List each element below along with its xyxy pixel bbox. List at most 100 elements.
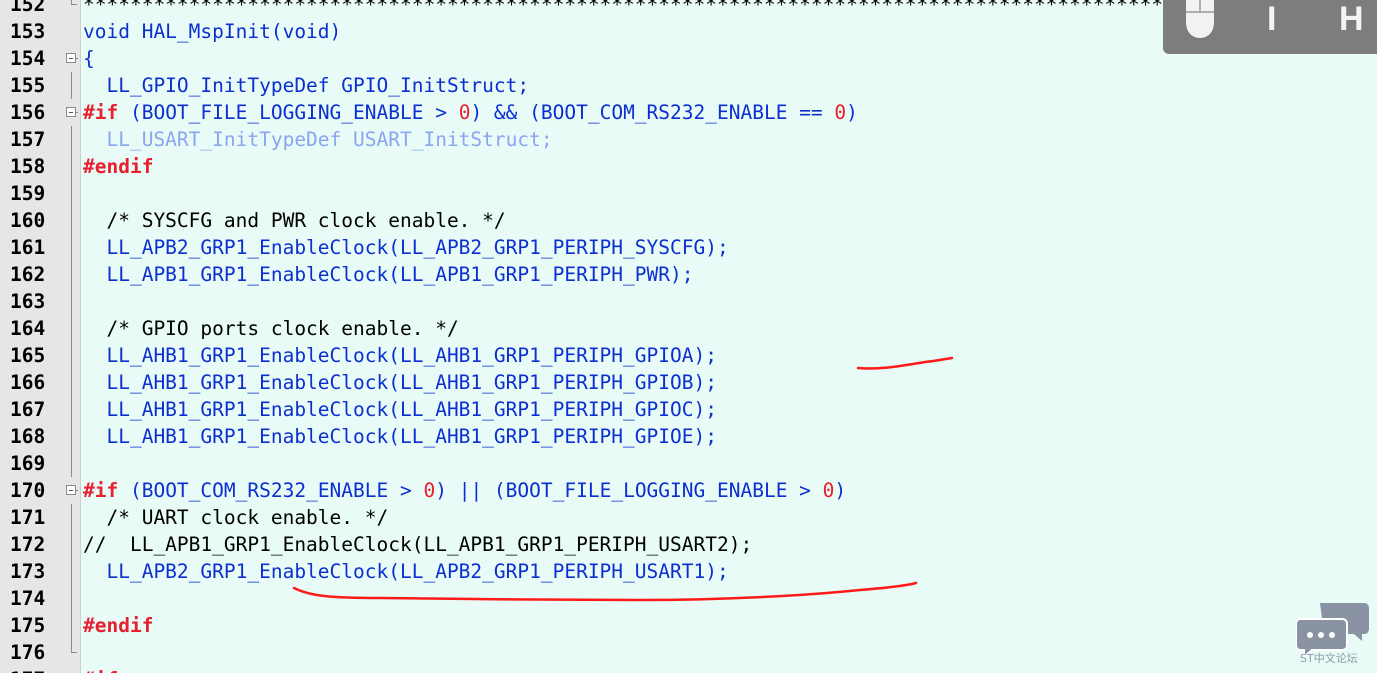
code-token: #endif	[83, 155, 154, 178]
line-number: 170	[10, 479, 46, 502]
code-text: // LL_APB1_GRP1_EnableClock(LL_APB1_GRP1…	[83, 531, 752, 558]
fold-line-icon	[66, 207, 78, 234]
fold-toggle-icon[interactable]	[66, 45, 78, 72]
fold-line-icon	[66, 612, 78, 639]
fold-line-icon	[66, 261, 78, 288]
code-token: LL_GPIO_InitTypeDef GPIO_InitStruct;	[83, 74, 530, 97]
line-number: 161	[10, 236, 46, 259]
code-token: // LL_APB1_GRP1_EnableClock(LL_APB1_GRP1…	[83, 533, 753, 556]
fold-line-icon	[66, 72, 78, 99]
code-text: #endif	[83, 612, 153, 639]
code-token: LL_AHB1_GRP1_EnableClock(LL_AHB1_GRP1_PE…	[83, 425, 717, 448]
code-token: #if	[83, 101, 119, 124]
line-number: 160	[10, 209, 46, 232]
code-token: LL_AHB1_GRP1_EnableClock(LL_AHB1_GRP1_PE…	[83, 344, 717, 367]
code-line[interactable]: 170 #if (BOOT_COM_RS232_ENABLE > 0) || (B…	[0, 477, 1377, 504]
code-line[interactable]: 160 /* SYSCFG and PWR clock enable. */	[0, 207, 1377, 234]
code-line[interactable]: 168 LL_AHB1_GRP1_EnableClock(LL_AHB1_GRP…	[0, 423, 1377, 450]
code-text: #if (BOOT_FILE_LOGGING_ENABLE > 0) && (B…	[83, 99, 858, 126]
code-text: LL_APB1_GRP1_EnableClock(LL_APB1_GRP1_PE…	[83, 261, 693, 288]
input-overlay-panel: I H	[1163, 0, 1377, 54]
code-line[interactable]: 157 LL_USART_InitTypeDef USART_InitStruc…	[0, 126, 1377, 153]
code-token: void HAL_MspInit(void)	[83, 20, 342, 43]
code-text: #if (BOOT_COM_RS232_ENABLE > 0) || (BOOT…	[83, 477, 846, 504]
code-text: LL_GPIO_InitTypeDef GPIO_InitStruct;	[83, 72, 529, 99]
fold-line-icon	[66, 396, 78, 423]
code-line[interactable]: 171 /* UART clock enable. */	[0, 504, 1377, 531]
line-number: 174	[10, 587, 46, 610]
code-token: 0	[834, 101, 847, 124]
line-number: 155	[10, 74, 46, 97]
code-text: /* UART clock enable. */	[83, 504, 388, 531]
code-token: 0	[458, 101, 471, 124]
code-line[interactable]: 163	[0, 288, 1377, 315]
code-token: (BOOT_COM_RS232_ENABLE >	[118, 479, 424, 502]
code-line[interactable]: 174	[0, 585, 1377, 612]
line-number: 158	[10, 155, 46, 178]
line-number: 163	[10, 290, 46, 313]
code-token: ) && (BOOT_COM_RS232_ENABLE ==	[470, 101, 835, 124]
line-number: 167	[10, 398, 46, 421]
code-text: LL_AHB1_GRP1_EnableClock(LL_AHB1_GRP1_PE…	[83, 423, 717, 450]
code-token: /* UART clock enable. */	[83, 506, 389, 529]
code-line[interactable]: 169	[0, 450, 1377, 477]
code-line[interactable]: 164 /* GPIO ports clock enable. */	[0, 315, 1377, 342]
code-text: LL_USART_InitTypeDef USART_InitStruct;	[83, 126, 553, 153]
code-line[interactable]: 172 // LL_APB1_GRP1_EnableClock(LL_APB1_G…	[0, 531, 1377, 558]
code-line[interactable]: 173 LL_APB2_GRP1_EnableClock(LL_APB2_GRP…	[0, 558, 1377, 585]
code-line[interactable]: 155 LL_GPIO_InitTypeDef GPIO_InitStruct;	[0, 72, 1377, 99]
code-token: /* SYSCFG and PWR clock enable. */	[83, 209, 506, 232]
code-token: LL_APB1_GRP1_EnableClock(LL_APB1_GRP1_PE…	[83, 263, 694, 286]
code-line[interactable]: 159	[0, 180, 1377, 207]
code-line[interactable]: 161 LL_APB2_GRP1_EnableClock(LL_APB2_GRP…	[0, 234, 1377, 261]
code-line[interactable]: 166 LL_AHB1_GRP1_EnableClock(LL_AHB1_GRP…	[0, 369, 1377, 396]
fold-line-icon	[66, 423, 78, 450]
line-number: 165	[10, 344, 46, 367]
code-line[interactable]: 177 #if	[0, 666, 1377, 673]
code-line[interactable]: 176	[0, 639, 1377, 666]
line-number: 169	[10, 452, 46, 475]
code-line[interactable]: 167 LL_AHB1_GRP1_EnableClock(LL_AHB1_GRP…	[0, 396, 1377, 423]
fold-toggle-icon[interactable]	[66, 477, 78, 504]
watermark-text: ST中文论坛	[1300, 652, 1358, 665]
fold-line-icon	[66, 558, 78, 585]
fold-line-icon	[66, 234, 78, 261]
fold-line-icon	[66, 450, 78, 477]
code-token: LL_USART_InitTypeDef USART_InitStruct;	[83, 128, 553, 151]
code-line[interactable]: 165 LL_AHB1_GRP1_EnableClock(LL_AHB1_GRP…	[0, 342, 1377, 369]
line-number: 164	[10, 317, 46, 340]
code-token: (BOOT_FILE_LOGGING_ENABLE >	[118, 101, 459, 124]
fold-line-icon	[66, 288, 78, 315]
code-line[interactable]: 156 #if (BOOT_FILE_LOGGING_ENABLE > 0) &&…	[0, 99, 1377, 126]
line-number: 175	[10, 614, 46, 637]
code-text: #endif	[83, 153, 153, 180]
line-number: 156	[10, 101, 46, 124]
code-text: LL_AHB1_GRP1_EnableClock(LL_AHB1_GRP1_PE…	[83, 342, 717, 369]
line-number: 162	[10, 263, 46, 286]
code-token: LL_APB2_GRP1_EnableClock(LL_APB2_GRP1_PE…	[83, 236, 729, 259]
code-line[interactable]: 158 #endif	[0, 153, 1377, 180]
line-number: 172	[10, 533, 46, 556]
fold-end-icon	[66, 0, 78, 18]
code-token: 0	[423, 479, 436, 502]
code-editor[interactable]: 152 *************************************…	[0, 0, 1377, 673]
line-number: 159	[10, 182, 46, 205]
fold-line-icon	[66, 126, 78, 153]
line-number: 157	[10, 128, 46, 151]
fold-empty	[66, 18, 78, 45]
code-line[interactable]: 162 LL_APB1_GRP1_EnableClock(LL_APB1_GRP…	[0, 261, 1377, 288]
code-text: {	[83, 45, 95, 72]
fold-end-icon	[66, 639, 78, 666]
code-token: #if	[83, 479, 119, 502]
fold-toggle-icon[interactable]	[66, 99, 78, 126]
fold-line-icon	[66, 585, 78, 612]
code-token: ) || (BOOT_FILE_LOGGING_ENABLE >	[435, 479, 823, 502]
fold-line-icon	[66, 531, 78, 558]
code-text: LL_APB2_GRP1_EnableClock(LL_APB2_GRP1_PE…	[83, 234, 729, 261]
fold-line-icon	[66, 315, 78, 342]
fold-line-icon	[66, 342, 78, 369]
code-line[interactable]: 175 #endif	[0, 612, 1377, 639]
line-number: 152	[10, 0, 46, 16]
code-text: LL_AHB1_GRP1_EnableClock(LL_AHB1_GRP1_PE…	[83, 396, 717, 423]
code-text: LL_AHB1_GRP1_EnableClock(LL_AHB1_GRP1_PE…	[83, 369, 717, 396]
